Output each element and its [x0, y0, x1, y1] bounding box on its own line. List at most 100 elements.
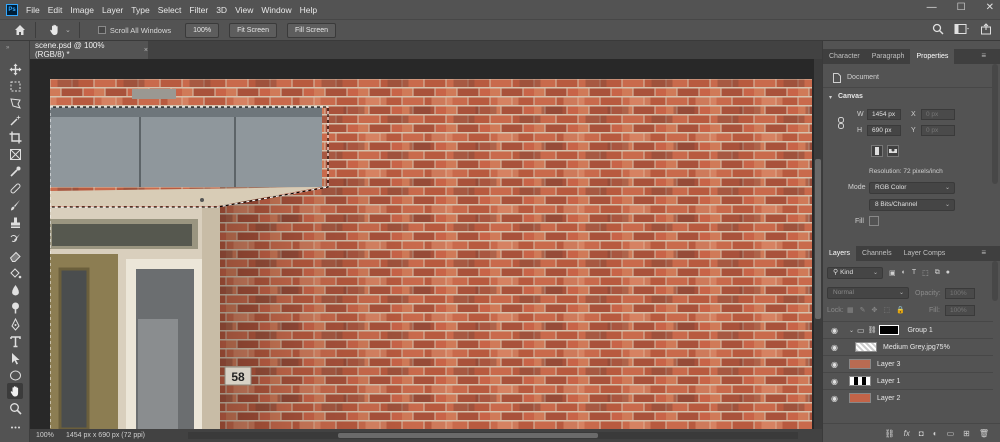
layer-thumbnail[interactable] [849, 376, 871, 386]
shape-filter-icon[interactable]: ⬚ [922, 269, 929, 277]
scroll-all-windows-checkbox[interactable] [97, 26, 106, 34]
rectangle-tool-icon[interactable] [7, 367, 23, 383]
height-field[interactable]: 690 px [867, 125, 901, 136]
healing-brush-icon[interactable] [7, 180, 23, 196]
landscape-orientation-icon[interactable] [887, 145, 899, 157]
tab-layers[interactable]: Layers [823, 246, 857, 261]
y-field[interactable]: 0 px [921, 125, 955, 136]
brush-tool-icon[interactable] [7, 197, 23, 213]
bit-depth-select[interactable]: 8 Bits/Channel ⌄ [869, 199, 955, 211]
tab-paragraph[interactable]: Paragraph [866, 49, 911, 64]
layers-scrollbar[interactable] [992, 261, 998, 301]
share-icon[interactable] [980, 23, 992, 35]
menu-help[interactable]: Help [300, 5, 317, 15]
move-tool-icon[interactable] [7, 61, 23, 77]
blur-tool-icon[interactable] [7, 282, 23, 298]
horizontal-scrollbar[interactable] [188, 432, 798, 439]
vertical-scroll-thumb[interactable] [815, 159, 821, 319]
fill-swatch[interactable] [869, 216, 879, 226]
vertical-scrollbar[interactable] [814, 59, 822, 429]
trash-icon[interactable]: 🗑 [979, 429, 989, 438]
frame-tool-icon[interactable] [7, 146, 23, 162]
width-field[interactable]: 1454 px [867, 109, 901, 120]
layer-row-layer-3[interactable]: ◉ Layer 3 [823, 355, 993, 372]
layer-row-group-1[interactable]: ◉ ⌄ ▭ ⛓ Group 1 [823, 321, 993, 338]
magic-wand-icon[interactable] [7, 112, 23, 128]
type-tool-icon[interactable] [7, 333, 23, 349]
lock-pixels-icon[interactable]: ✎ [860, 306, 866, 314]
eye-icon[interactable]: ◉ [831, 394, 841, 403]
portrait-orientation-icon[interactable] [871, 145, 883, 157]
new-layer-icon[interactable]: ⊞ [963, 429, 970, 438]
collapse-icon[interactable]: ▾ [829, 94, 832, 101]
horizontal-scroll-thumb[interactable] [338, 433, 598, 438]
eye-icon[interactable]: ◉ [831, 377, 841, 386]
zoom-tool-icon[interactable] [7, 400, 23, 416]
close-button[interactable]: ✕ [986, 2, 994, 13]
layer-row-medium-grey[interactable]: ◉ Medium Grey.jpg75% [823, 338, 993, 355]
fit-screen-button[interactable]: Fit Screen [229, 22, 277, 38]
link-icon[interactable] [837, 117, 845, 129]
menu-file[interactable]: File [26, 5, 40, 15]
filter-toggle-icon[interactable]: ● [946, 269, 950, 277]
tab-character[interactable]: Character [823, 49, 866, 64]
app-logo[interactable]: Ps [6, 3, 18, 16]
tab-channels[interactable]: Channels [856, 246, 898, 261]
path-selection-icon[interactable] [7, 350, 23, 366]
panel-grip-icon[interactable]: » [6, 45, 22, 51]
status-zoom[interactable]: 100% [30, 432, 58, 439]
layer-thumbnail[interactable] [849, 393, 871, 403]
lock-artboard-icon[interactable]: ⬚ [883, 306, 890, 314]
eye-icon[interactable]: ◉ [831, 360, 841, 369]
workspace-icon[interactable] [954, 23, 970, 35]
pixel-filter-icon[interactable]: ▣ [889, 269, 896, 277]
layer-mask-thumbnail[interactable] [879, 325, 900, 335]
x-field[interactable]: 0 px [921, 109, 955, 120]
menu-3d[interactable]: 3D [216, 5, 227, 15]
paint-bucket-icon[interactable] [7, 265, 23, 281]
eye-icon[interactable]: ◉ [831, 343, 841, 352]
layer-row-layer-2[interactable]: ◉ Layer 2 [823, 389, 993, 406]
menu-type[interactable]: Type [131, 5, 149, 15]
adjustment-filter-icon[interactable]: ◐ [902, 269, 906, 277]
search-icon[interactable] [932, 23, 944, 35]
opacity-field[interactable]: 100% [945, 288, 975, 299]
menu-select[interactable]: Select [158, 5, 182, 15]
menu-layer[interactable]: Layer [102, 5, 123, 15]
close-tab-icon[interactable]: × [144, 47, 148, 54]
link-icon[interactable]: ⛓ [868, 326, 877, 334]
new-group-icon[interactable]: ▭ [947, 429, 955, 438]
document-tab[interactable]: scene.psd @ 100% (RGB/8) * × [30, 41, 148, 59]
color-mode-select[interactable]: RGB Color ⌄ [869, 182, 955, 194]
adjustment-layer-icon[interactable]: ◐ [933, 429, 938, 438]
lasso-tool-icon[interactable] [7, 95, 23, 111]
layer-row-layer-1[interactable]: ◉ Layer 1 [823, 372, 993, 389]
more-tools-icon[interactable] [7, 419, 23, 435]
fill-screen-button[interactable]: Fill Screen [286, 22, 337, 38]
tab-layer-comps[interactable]: Layer Comps [898, 246, 952, 261]
menu-view[interactable]: View [235, 5, 253, 15]
lock-all-icon[interactable]: 🔒 [896, 306, 905, 314]
lock-transparency-icon[interactable]: ▦ [847, 306, 854, 314]
zoom-value-field[interactable]: 100% [185, 22, 220, 38]
layer-thumbnail[interactable] [849, 359, 871, 369]
canvas-area[interactable]: 58 [30, 59, 814, 429]
menu-filter[interactable]: Filter [189, 5, 208, 15]
type-filter-icon[interactable]: T [912, 269, 916, 277]
menu-window[interactable]: Window [261, 5, 291, 15]
menu-image[interactable]: Image [70, 5, 94, 15]
menu-edit[interactable]: Edit [48, 5, 63, 15]
layer-filter-select[interactable]: ⚲ Kind ⌄ [827, 267, 883, 279]
minimize-button[interactable]: — [927, 2, 937, 13]
hand-tool-active-icon[interactable] [7, 383, 23, 399]
crop-tool-icon[interactable] [7, 129, 23, 145]
lock-position-icon[interactable]: ✥ [872, 306, 878, 314]
document-canvas[interactable]: 58 [50, 79, 812, 429]
add-mask-icon[interactable]: ◘ [919, 429, 924, 438]
smart-object-filter-icon[interactable]: ⧉ [935, 269, 940, 277]
layer-thumbnail[interactable] [855, 342, 877, 352]
blend-mode-select[interactable]: Normal ⌄ [827, 287, 909, 299]
fx-icon[interactable]: fx [904, 429, 910, 438]
chevron-down-icon[interactable]: ⌄ [849, 327, 854, 334]
maximize-button[interactable]: ☐ [957, 2, 966, 13]
